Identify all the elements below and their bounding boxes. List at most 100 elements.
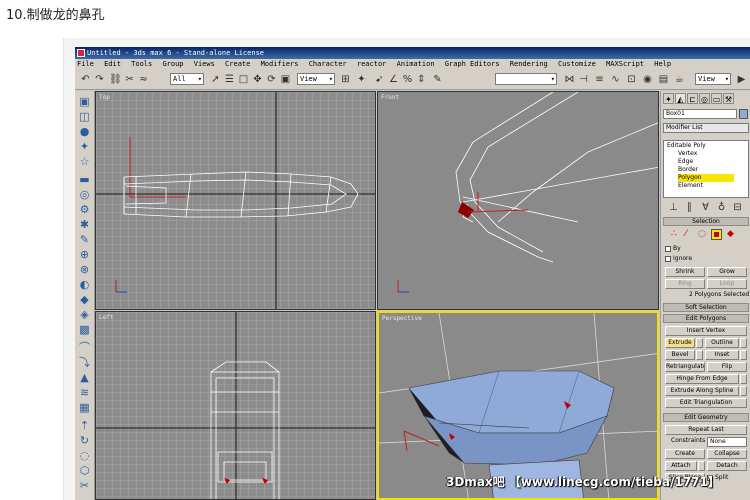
- snap-toggle-icon[interactable]: ➹: [373, 73, 386, 86]
- edit-triangulation-button[interactable]: Edit Triangulation: [665, 398, 747, 408]
- create-cylinder-icon[interactable]: ◫: [78, 110, 91, 123]
- edit-polygons-rollout-header[interactable]: Edit Polygons: [663, 314, 749, 323]
- attach-list-button[interactable]: [698, 461, 705, 471]
- hinge-settings-button[interactable]: [740, 374, 747, 384]
- menu-customize[interactable]: Customize: [558, 60, 596, 68]
- render-last-icon[interactable]: ▶: [735, 73, 748, 86]
- create-particle-icon[interactable]: ✱: [78, 218, 91, 231]
- create-sphere-icon[interactable]: ●: [78, 125, 91, 138]
- menu-modifiers[interactable]: Modifiers: [261, 60, 299, 68]
- stack-item-element[interactable]: Element: [678, 182, 703, 190]
- vertex-level-icon[interactable]: ∴: [671, 229, 677, 239]
- stack-item-border[interactable]: Border: [678, 166, 698, 174]
- outline-settings-button[interactable]: [740, 338, 747, 348]
- border-level-icon[interactable]: ◌: [698, 229, 706, 239]
- quick-render-icon[interactable]: ☕: [673, 73, 686, 86]
- show-end-result-icon[interactable]: ∥: [683, 201, 696, 214]
- modifier-bend-icon[interactable]: ⌒: [78, 341, 91, 354]
- hierarchy-tab-icon[interactable]: ⊏: [687, 93, 698, 104]
- object-color-swatch[interactable]: [739, 109, 748, 119]
- modifier-uvw-icon[interactable]: ▦: [78, 401, 91, 414]
- create-nurbs-icon[interactable]: ◐: [78, 278, 91, 291]
- select-and-scale-icon[interactable]: ▣: [279, 73, 292, 86]
- named-selection-dropdown[interactable]: [495, 73, 557, 85]
- select-and-move-icon[interactable]: ✥: [251, 73, 264, 86]
- menu-tools[interactable]: Tools: [131, 60, 152, 68]
- retriangulate-button[interactable]: Retriangulate: [665, 362, 705, 372]
- outline-button[interactable]: Outline: [705, 338, 739, 348]
- menu-group[interactable]: Group: [162, 60, 183, 68]
- modifier-smooth-icon[interactable]: ◌: [78, 449, 91, 462]
- select-object-icon[interactable]: ➚: [209, 73, 222, 86]
- menu-views[interactable]: Views: [194, 60, 215, 68]
- menu-character[interactable]: Character: [309, 60, 347, 68]
- viewport-left[interactable]: Left: [95, 311, 376, 500]
- render-scene-icon[interactable]: ▤: [657, 73, 670, 86]
- menu-edit[interactable]: Edit: [104, 60, 121, 68]
- selection-filter-dropdown[interactable]: All: [170, 73, 204, 85]
- menu-maxscript[interactable]: MAXScript: [606, 60, 644, 68]
- menu-help[interactable]: Help: [654, 60, 671, 68]
- create-tab-icon[interactable]: ✦: [663, 93, 674, 104]
- mirror-icon[interactable]: ⋈: [563, 73, 576, 86]
- render-type-dropdown[interactable]: View: [695, 73, 731, 85]
- flip-button[interactable]: Flip: [707, 362, 747, 372]
- create-helper-icon[interactable]: ☆: [78, 155, 91, 168]
- repeat-last-button[interactable]: Repeat Last: [665, 425, 747, 435]
- viewport-front[interactable]: Front: [377, 91, 659, 310]
- modifier-noise-icon[interactable]: ≋: [78, 386, 91, 399]
- edit-geometry-rollout-header[interactable]: Edit Geometry: [663, 413, 749, 422]
- extrude-settings-button[interactable]: [696, 338, 703, 348]
- select-and-rotate-icon[interactable]: ⟳: [265, 73, 278, 86]
- stack-item-vertex[interactable]: Vertex: [678, 150, 697, 158]
- percent-snap-icon[interactable]: %: [401, 73, 414, 86]
- modifier-edit-icon[interactable]: ✂: [78, 479, 91, 492]
- inset-settings-button[interactable]: [740, 350, 747, 360]
- attach-button[interactable]: Attach: [665, 461, 697, 471]
- pivot-center-icon[interactable]: ⊞: [339, 73, 352, 86]
- soft-selection-rollout-header[interactable]: Soft Selection: [663, 303, 749, 312]
- menu-graph-editors[interactable]: Graph Editors: [445, 60, 500, 68]
- remove-modifier-icon[interactable]: ♁: [715, 201, 728, 214]
- angle-snap-icon[interactable]: ∠: [387, 73, 400, 86]
- align-icon[interactable]: ⊣: [577, 73, 590, 86]
- layer-manager-icon[interactable]: ≡: [593, 73, 606, 86]
- create-light-icon[interactable]: ✦: [78, 140, 91, 153]
- collapse-button[interactable]: Collapse: [707, 449, 747, 459]
- edit-named-selection-icon[interactable]: ✎: [431, 73, 444, 86]
- create-box-icon[interactable]: ▣: [78, 95, 91, 108]
- bevel-settings-button[interactable]: [696, 350, 703, 360]
- ignore-backfacing-checkbox[interactable]: Ignore: [665, 255, 692, 263]
- modifier-extrude-icon[interactable]: ⇡: [78, 419, 91, 432]
- motion-tab-icon[interactable]: ◎: [699, 93, 710, 104]
- selection-rollout-header[interactable]: Selection: [663, 217, 749, 226]
- make-unique-icon[interactable]: ∀: [699, 201, 712, 214]
- edge-level-icon[interactable]: ⁄: [685, 229, 687, 239]
- undo-icon[interactable]: ↶: [79, 73, 92, 86]
- ring-button[interactable]: Ring: [665, 279, 705, 289]
- modifier-mesh-icon[interactable]: ⬡: [78, 464, 91, 477]
- schematic-view-icon[interactable]: ⊡: [625, 73, 638, 86]
- select-by-name-icon[interactable]: ☰: [223, 73, 236, 86]
- extrude-spline-settings-button[interactable]: [740, 386, 747, 396]
- material-editor-icon[interactable]: ◉: [641, 73, 654, 86]
- stack-item-edge[interactable]: Edge: [678, 158, 693, 166]
- select-link-icon[interactable]: ⛓: [109, 73, 122, 86]
- modify-tab-icon[interactable]: ◭: [675, 93, 686, 104]
- create-stairs-icon[interactable]: ▩: [78, 323, 91, 336]
- modifier-lathe-icon[interactable]: ↻: [78, 434, 91, 447]
- viewport-perspective[interactable]: Perspective: [377, 311, 659, 500]
- create-door-icon[interactable]: ◆: [78, 293, 91, 306]
- bind-space-warp-icon[interactable]: ≈: [137, 73, 150, 86]
- modifier-twist-icon[interactable]: ⤵: [78, 356, 91, 369]
- create-systems-icon[interactable]: ⚙: [78, 203, 91, 216]
- create-patch-icon[interactable]: ⊗: [78, 263, 91, 276]
- detach-button[interactable]: Detach: [707, 461, 747, 471]
- menu-reactor[interactable]: reactor: [357, 60, 387, 68]
- create-window-icon[interactable]: ◈: [78, 308, 91, 321]
- create-camera-icon[interactable]: ▬: [78, 173, 91, 186]
- create-compound-icon[interactable]: ⊕: [78, 248, 91, 261]
- object-name-field[interactable]: Box01: [663, 109, 737, 119]
- unlink-icon[interactable]: ✂: [123, 73, 136, 86]
- element-level-icon[interactable]: ◆: [727, 229, 734, 239]
